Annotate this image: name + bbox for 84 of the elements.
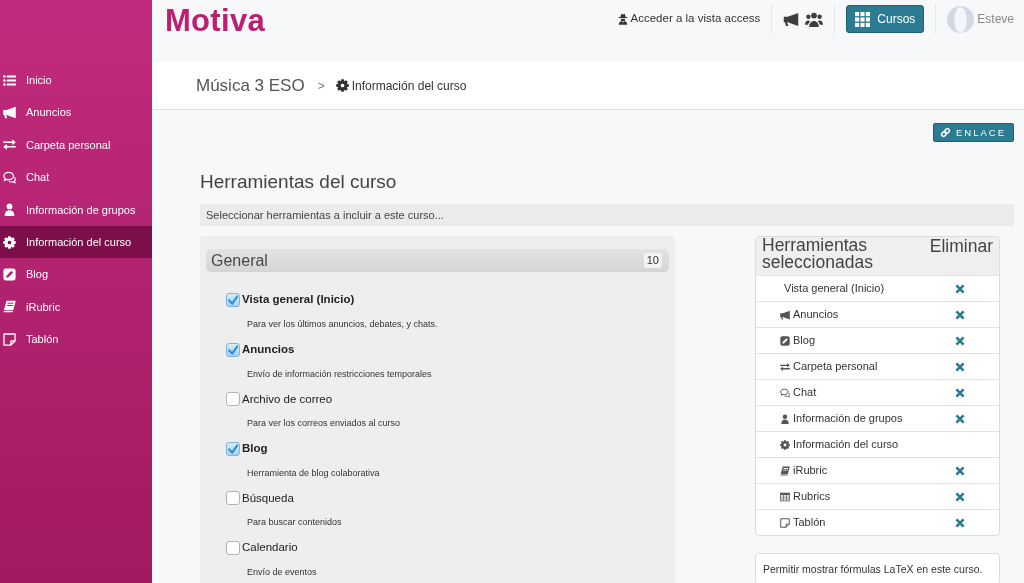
- tool-label: Archivo de correo: [242, 391, 333, 407]
- tool-description: Envío de eventos: [247, 565, 318, 579]
- tool-name: Rubrics: [793, 489, 831, 505]
- access-view-link[interactable]: Acceder a la vista access: [617, 10, 761, 28]
- user-icon: [3, 203, 16, 217]
- column-header: Eliminar: [928, 237, 994, 255]
- table-icon: [780, 491, 790, 502]
- list-icon: [3, 73, 16, 87]
- tool-name: Tablón: [793, 515, 826, 531]
- remove-icon[interactable]: [953, 282, 966, 295]
- avatar-icon: [947, 5, 975, 33]
- sidebar-item[interactable]: Carpeta personal: [0, 128, 152, 162]
- sticky-note-icon: [3, 332, 16, 346]
- count-badge: 10: [643, 253, 662, 268]
- remove-icon[interactable]: [953, 464, 966, 477]
- instructions-bar: Seleccionar herramientas a incluir a este curso...: [200, 204, 1014, 226]
- tool-name: Carpeta personal: [793, 359, 878, 375]
- sidebar-item[interactable]: Tablón: [0, 323, 152, 356]
- sidebar-item[interactable]: Anuncios: [0, 96, 152, 129]
- checkbox[interactable]: [226, 540, 240, 555]
- remove-icon[interactable]: [953, 412, 966, 425]
- chat-icon: [3, 170, 16, 184]
- logo: Motiva: [165, 5, 265, 36]
- tool-description: Para ver los últimos anuncios, debates, y chats.: [247, 318, 439, 331]
- tool-name: Anuncios: [793, 307, 839, 323]
- tool-label: Blog: [242, 441, 268, 457]
- gear-icon: [3, 235, 16, 249]
- sidebar-item[interactable]: iRubric: [0, 290, 152, 324]
- group-title: General: [211, 250, 268, 271]
- tool-label: Calendario: [242, 540, 298, 556]
- sticky-note-icon: [780, 517, 790, 528]
- tool-description: Herramienta de blog colaborativa: [247, 466, 381, 480]
- user-menu[interactable]: Esteve: [947, 5, 1014, 33]
- arrows-icon: [780, 361, 790, 372]
- tool-label: Vista general (Inicio): [242, 292, 355, 308]
- megaphone-icon[interactable]: [783, 11, 800, 27]
- checkbox[interactable]: [226, 293, 240, 307]
- checkbox[interactable]: [226, 392, 240, 407]
- breadcrumb-separator: >: [317, 77, 325, 95]
- remove-icon[interactable]: [953, 334, 966, 347]
- tool-name: Información de grupos: [793, 411, 903, 427]
- column-header: Herramientas seleccionadas: [761, 237, 874, 271]
- tool-description: Envío de información restricciones temporales: [247, 367, 433, 381]
- remove-icon[interactable]: [953, 386, 966, 399]
- course-breadcrumb-link[interactable]: Música 3 ESO: [196, 72, 305, 99]
- tool-description: Para ver los correos enviados al curso: [247, 417, 402, 431]
- hatted-person-icon: [617, 13, 628, 25]
- tool-name: Chat: [793, 385, 817, 401]
- sidebar-item[interactable]: Inicio: [0, 64, 152, 97]
- checkbox[interactable]: [226, 441, 240, 456]
- remove-icon[interactable]: [953, 490, 966, 503]
- arrows-icon: [3, 138, 16, 152]
- tool-label: Búsqueda: [242, 490, 294, 506]
- sidebar-item[interactable]: Información del curso: [0, 225, 152, 259]
- current-page-title: Información del curso: [351, 77, 467, 95]
- remove-icon[interactable]: [953, 308, 966, 321]
- latex-note: Permitir mostrar fórmulas LaTeX en este curso.: [755, 553, 1000, 583]
- book-icon: [780, 465, 790, 476]
- gear-icon: [780, 439, 790, 450]
- remove-icon[interactable]: [953, 360, 966, 373]
- sidebar-item[interactable]: Chat: [0, 161, 152, 194]
- megaphone-icon: [780, 309, 790, 320]
- grid-icon: [855, 11, 871, 27]
- link-icon: [940, 127, 951, 138]
- gear-icon: [335, 79, 349, 92]
- section-title: Herramientas del curso: [200, 170, 398, 193]
- tool-name: Información del curso: [793, 437, 899, 453]
- tool-label: Anuncios: [242, 341, 295, 357]
- user-icon: [780, 413, 790, 424]
- sidebar-item[interactable]: Blog: [0, 258, 152, 291]
- checkbox[interactable]: [226, 342, 240, 357]
- sidebar-item[interactable]: Información de grupos: [0, 193, 152, 226]
- tool-name: Blog: [793, 333, 816, 349]
- group-icon[interactable]: [805, 11, 824, 27]
- link-button[interactable]: ENLACE: [933, 123, 1014, 142]
- tool-name: iRubric: [793, 463, 828, 479]
- checkbox[interactable]: [226, 491, 240, 506]
- tool-description: Para buscar contenidos: [247, 516, 343, 530]
- book-icon: [3, 300, 16, 314]
- chat-icon: [780, 387, 790, 398]
- tool-name: Vista general (Inicio): [784, 281, 885, 297]
- courses-button[interactable]: Cursos: [846, 5, 925, 33]
- megaphone-icon: [3, 106, 16, 120]
- remove-icon[interactable]: [953, 516, 966, 529]
